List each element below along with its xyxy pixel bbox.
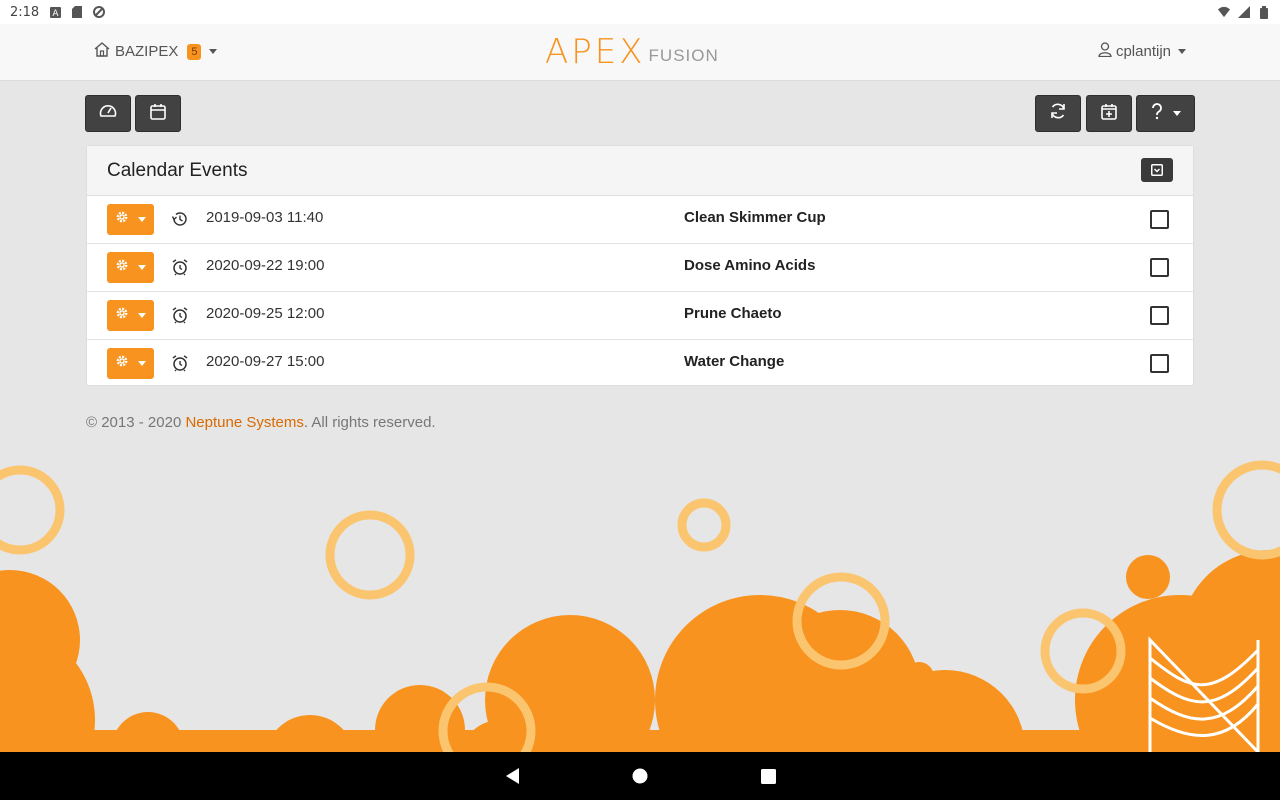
event-complete-checkbox[interactable]	[1150, 306, 1169, 325]
refresh-button[interactable]	[1035, 95, 1081, 132]
chevron-down-icon	[138, 361, 146, 366]
event-complete-checkbox[interactable]	[1150, 210, 1169, 229]
calendar-add-icon	[1101, 103, 1117, 125]
calendar-events-panel: Calendar Events 2019-09-03 11:40 Clean S…	[86, 145, 1194, 386]
calendar-button[interactable]	[135, 95, 181, 132]
event-datetime: 2019-09-03 11:40	[206, 209, 324, 226]
event-title: Clean Skimmer Cup	[684, 209, 826, 226]
dashboard-icon	[99, 103, 117, 124]
back-icon	[506, 768, 519, 784]
event-complete-checkbox[interactable]	[1150, 258, 1169, 277]
system-navigation-bar	[0, 752, 1280, 800]
home-button[interactable]	[630, 766, 650, 786]
status-time: 2:18	[10, 4, 40, 20]
recents-button[interactable]	[758, 766, 778, 786]
svg-text:A: A	[52, 9, 59, 18]
back-button[interactable]	[502, 766, 522, 786]
add-event-button[interactable]	[1086, 95, 1132, 132]
logo-fusion-text: FUSION	[648, 46, 719, 65]
event-title: Prune Chaeto	[684, 305, 782, 322]
event-actions-button[interactable]	[107, 348, 154, 379]
alarm-icon	[171, 354, 189, 372]
event-title: Water Change	[684, 353, 785, 370]
chevron-down-icon	[1178, 49, 1186, 54]
event-row: 2020-09-25 12:00 Prune Chaeto	[87, 292, 1193, 340]
neptune-logo-mark	[1148, 636, 1260, 752]
copyright-prefix: © 2013 - 2020	[86, 414, 186, 431]
wifi-icon	[1218, 6, 1230, 18]
home-circle-icon	[632, 768, 648, 784]
copyright-footer: © 2013 - 2020 Neptune Systems. All right…	[86, 414, 436, 431]
gear-icon	[115, 306, 129, 325]
home-icon	[94, 42, 110, 61]
signal-icon	[1238, 6, 1250, 18]
a-notification-icon: A	[49, 6, 61, 18]
chevron-down-icon	[138, 265, 146, 270]
refresh-icon	[1049, 102, 1067, 125]
event-row: 2019-09-03 11:40 Clean Skimmer Cup	[87, 196, 1193, 244]
chevron-down-icon	[138, 313, 146, 318]
username: cplantijn	[1115, 43, 1171, 60]
event-row: 2020-09-27 15:00 Water Change	[87, 340, 1193, 388]
user-icon	[1098, 42, 1112, 61]
sd-card-icon	[71, 6, 83, 18]
apex-selector-dropdown[interactable]: BAZIPEX 5	[94, 42, 218, 61]
gear-icon	[115, 354, 129, 373]
apex-name: BAZIPEX	[115, 43, 179, 60]
collapse-icon	[1151, 164, 1163, 176]
copyright-suffix: . All rights reserved.	[303, 414, 436, 431]
event-complete-checkbox[interactable]	[1150, 354, 1169, 373]
panel-title: Calendar Events	[107, 160, 248, 181]
logo-apex-text: APEX	[545, 32, 646, 72]
event-actions-button[interactable]	[107, 252, 154, 283]
help-dropdown-button[interactable]	[1136, 95, 1195, 132]
system-status-bar: 2:18 A	[0, 0, 1280, 24]
panel-header: Calendar Events	[87, 146, 1193, 196]
dashboard-button[interactable]	[85, 95, 131, 132]
chevron-down-icon	[209, 49, 218, 54]
calendar-icon	[150, 103, 166, 125]
apex-fusion-logo: APEX FUSION	[545, 32, 719, 72]
event-datetime: 2020-09-27 15:00	[206, 353, 325, 370]
alarm-icon	[171, 258, 189, 276]
battery-icon	[1258, 5, 1270, 19]
event-title: Dose Amino Acids	[684, 257, 816, 274]
notification-badge: 5	[187, 43, 202, 60]
event-datetime: 2020-09-25 12:00	[206, 305, 325, 322]
alarm-icon	[171, 306, 189, 324]
history-icon	[171, 210, 189, 228]
event-actions-button[interactable]	[107, 204, 154, 235]
event-actions-button[interactable]	[107, 300, 154, 331]
top-navbar: BAZIPEX 5 APEX FUSION cplantijn	[0, 24, 1280, 81]
help-icon	[1150, 102, 1164, 125]
sync-icon	[93, 6, 106, 18]
neptune-systems-link[interactable]: Neptune Systems	[185, 414, 303, 431]
gear-icon	[115, 258, 129, 277]
collapse-panel-button[interactable]	[1141, 158, 1173, 182]
recents-icon	[760, 768, 776, 784]
gear-icon	[115, 210, 129, 229]
event-datetime: 2020-09-22 19:00	[206, 257, 325, 274]
event-row: 2020-09-22 19:00 Dose Amino Acids	[87, 244, 1193, 292]
chevron-down-icon	[138, 217, 146, 222]
user-menu-dropdown[interactable]: cplantijn	[1098, 42, 1186, 61]
chevron-down-icon	[1173, 111, 1181, 116]
